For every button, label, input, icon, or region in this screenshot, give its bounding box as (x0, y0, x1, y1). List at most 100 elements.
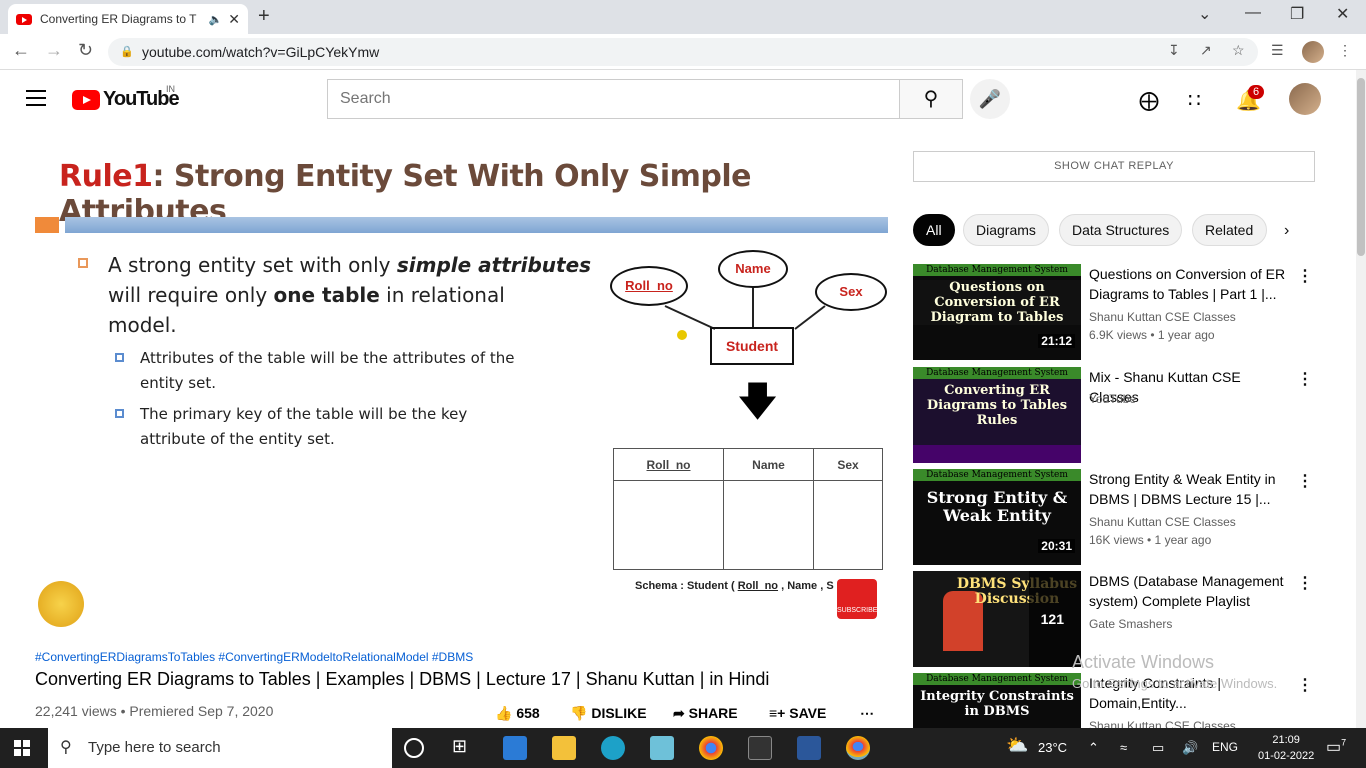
profile-avatar[interactable] (1302, 41, 1324, 63)
youtube-favicon-icon (16, 13, 32, 25)
video-meta: 16K views • 1 year ago (1089, 533, 1212, 547)
hamburger-menu-icon[interactable] (26, 90, 46, 106)
install-icon[interactable]: ↧ (1168, 42, 1180, 59)
chrome-active-icon[interactable] (846, 736, 870, 760)
recommended-title[interactable]: Questions on Conversion of ER Diagrams t… (1089, 264, 1289, 304)
recommended-title[interactable]: DBMS (Database Management system) Comple… (1089, 571, 1289, 611)
windows-start-icon[interactable] (14, 740, 30, 756)
chip-data-structures[interactable]: Data Structures (1059, 214, 1183, 246)
media-control-icon[interactable]: ☰ (1271, 42, 1284, 59)
video-thumbnail[interactable]: Database Management System Integrity Con… (913, 673, 1081, 728)
video-thumbnail[interactable]: Database Management System Strong Entity… (913, 469, 1081, 565)
save-button[interactable]: ≡+ SAVE (769, 705, 826, 721)
task-view-icon[interactable]: ⊞ (452, 736, 476, 760)
minimize-button[interactable]: — (1245, 4, 1261, 22)
reload-icon[interactable]: ↻ (78, 40, 93, 61)
scrollbar-thumb[interactable] (1357, 78, 1365, 256)
lock-icon: 🔒 (120, 46, 134, 58)
tab-search-icon[interactable]: ⌄ (1198, 4, 1211, 24)
close-tab-icon[interactable]: ✕ (228, 11, 240, 28)
activate-windows-subtext: Go to Settings to activate Windows. (1072, 676, 1278, 691)
more-options-icon[interactable]: ⋮ (1297, 369, 1313, 389)
create-video-icon[interactable]: ⨁ (1139, 88, 1159, 113)
attribute-rollno: Roll_no (610, 266, 688, 306)
new-tab-button[interactable]: + (258, 5, 270, 28)
app-window-icon[interactable] (748, 736, 772, 760)
back-icon[interactable]: ← (12, 40, 30, 61)
more-options-icon[interactable]: ⋮ (1297, 471, 1313, 491)
battery-icon[interactable]: ▭ (1152, 740, 1164, 756)
channel-name[interactable]: Shanu Kuttan CSE Classes (1089, 515, 1236, 529)
more-options-icon[interactable]: ⋮ (1297, 675, 1313, 695)
recommended-title[interactable]: Strong Entity & Weak Entity in DBMS | DB… (1089, 469, 1289, 509)
account-avatar[interactable] (1289, 83, 1321, 115)
notification-center-icon[interactable]: ▭7 (1326, 737, 1346, 757)
language-indicator[interactable]: ENG (1212, 740, 1238, 754)
mix-overlay (913, 445, 1081, 463)
more-actions-icon[interactable]: ⋯ (860, 705, 874, 722)
relation-table: Roll_no Name Sex (613, 447, 883, 570)
share-page-icon[interactable]: ↗ (1200, 42, 1212, 59)
notification-count: 7 (1341, 737, 1347, 748)
recommended-video[interactable]: Database Management System Questions on … (913, 264, 1315, 360)
apps-grid-icon[interactable]: ∷ (1188, 88, 1201, 113)
thumbnail-text: Converting ER Diagrams to Tables Rules (926, 383, 1068, 428)
bookmark-star-icon[interactable]: ☆ (1232, 42, 1245, 59)
chevron-right-icon[interactable]: › (1284, 222, 1289, 240)
country-code: IN (166, 84, 175, 94)
volume-icon[interactable]: 🔊 (1182, 740, 1198, 756)
chevron-up-icon[interactable]: ⌃ (1088, 740, 1099, 756)
chip-diagrams[interactable]: Diagrams (963, 214, 1049, 246)
browser-tab[interactable]: Converting ER Diagrams to T 🔈 ✕ (8, 4, 248, 34)
video-thumbnail[interactable]: Database Management System Converting ER… (913, 367, 1081, 463)
dislike-button[interactable]: 👎 DISLIKE (570, 705, 647, 722)
channel-name[interactable]: Gate Smashers (1089, 617, 1172, 631)
taskbar-search[interactable]: ⚲ Type here to search (48, 728, 392, 768)
like-button[interactable]: 👍 658 (495, 705, 540, 722)
youtube-logo[interactable]: YouTube IN (72, 84, 180, 111)
temperature[interactable]: 23°C (1038, 740, 1067, 755)
browser-menu-icon[interactable]: ⋮ (1338, 42, 1352, 59)
channel-name[interactable]: Shanu Kuttan CSE Classes (1089, 719, 1236, 728)
hashtags[interactable]: #ConvertingERDiagramsToTables #Convertin… (35, 650, 473, 664)
page-scrollbar[interactable] (1356, 70, 1366, 728)
chrome-icon[interactable] (699, 736, 723, 760)
share-button[interactable]: ➦ SHARE (673, 705, 738, 722)
speaker-icon[interactable]: 🔈 (209, 13, 223, 26)
video-thumbnail[interactable]: DBMS Syllabus Discussion 121 (913, 571, 1081, 667)
cortana-icon[interactable] (404, 738, 424, 758)
voice-search-icon[interactable]: 🎤 (970, 79, 1010, 119)
more-options-icon[interactable]: ⋮ (1297, 266, 1313, 286)
chip-all[interactable]: All (913, 214, 955, 246)
window-close-button[interactable]: ✕ (1336, 4, 1349, 24)
like-count: 658 (516, 705, 540, 721)
channel-name[interactable]: Shanu Kuttan CSE Classes (1089, 310, 1236, 324)
recommended-video[interactable]: Database Management System Strong Entity… (913, 469, 1315, 565)
chip-related[interactable]: Related (1192, 214, 1267, 246)
search-input[interactable]: Search (327, 79, 900, 119)
clock[interactable]: 21:09 01-02-2022 (1258, 732, 1314, 764)
thumbs-up-icon: 👍 (495, 705, 513, 721)
show-chat-replay-button[interactable]: SHOW CHAT REPLAY (913, 151, 1315, 182)
address-bar[interactable]: 🔒 youtube.com/watch?v=GiLpCYekYmw (108, 38, 1258, 66)
column-header: Name (723, 447, 814, 482)
video-player[interactable]: Rule1: Strong Entity Set With Only Simpl… (35, 151, 888, 630)
search-button[interactable]: ⚲ (899, 79, 963, 119)
file-explorer-icon[interactable] (552, 736, 576, 760)
photos-app-icon[interactable] (503, 736, 527, 760)
video-thumbnail[interactable]: Database Management System Questions on … (913, 264, 1081, 360)
youtube-header: YouTube IN Search ⚲ 🎤 ⨁ ∷ 🔔 6 (0, 70, 1356, 127)
edge-browser-icon[interactable] (601, 736, 625, 760)
youtube-play-icon (72, 89, 100, 110)
forward-icon[interactable]: → (45, 40, 63, 61)
notes-app-icon[interactable] (650, 736, 674, 760)
subscribe-watermark[interactable]: SUBSCRIBE (837, 579, 877, 619)
recommended-video[interactable]: Database Management System Converting ER… (913, 367, 1315, 463)
wifi-icon[interactable]: ≈ (1120, 740, 1127, 755)
more-options-icon[interactable]: ⋮ (1297, 573, 1313, 593)
word-icon[interactable] (797, 736, 821, 760)
weather-icon[interactable]: ⛅ (1006, 735, 1028, 756)
maximize-button[interactable]: ❐ (1290, 4, 1304, 24)
channel-name[interactable]: YouTube (1089, 392, 1136, 406)
channel-logo (38, 581, 84, 627)
